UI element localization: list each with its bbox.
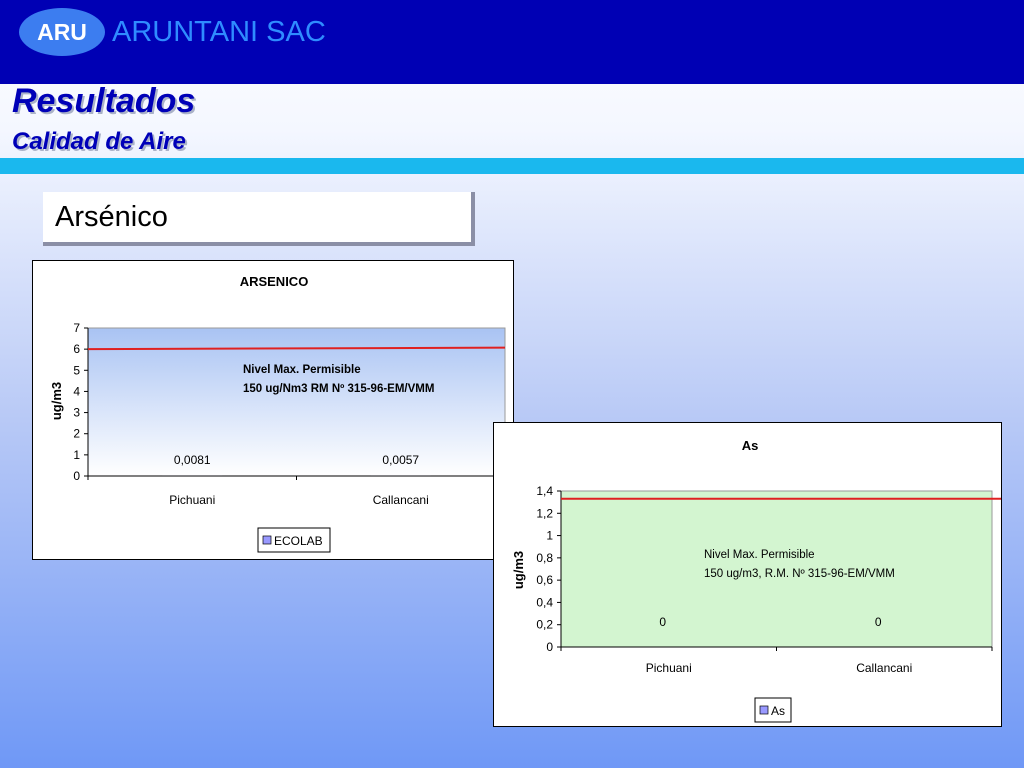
y-tick-label: 5 xyxy=(73,363,80,377)
chart-arsenico: ARSENICO 0 1 2 3 4 5 6 7 Pichuani Callancani 0,0081… xyxy=(32,260,514,560)
annotation-line1: Nivel Max. Permisible xyxy=(243,364,361,376)
y-axis-label: ug/m3 xyxy=(511,551,526,589)
legend-label: As xyxy=(771,704,785,718)
chart-title: As xyxy=(742,438,759,453)
y-tick-label: 3 xyxy=(73,406,80,420)
y-tick-label: 0,8 xyxy=(536,551,553,565)
legend-swatch xyxy=(262,535,272,545)
y-tick-label: 1,4 xyxy=(536,484,553,498)
data-label: 0 xyxy=(659,615,666,629)
y-tick-label: 7 xyxy=(73,321,80,335)
annotation-line2: 150 ug/Nm3 RM Nº 315-96-EM/VMM xyxy=(243,383,434,395)
y-tick-label: 6 xyxy=(73,342,80,356)
y-tick-label: 1,2 xyxy=(536,506,553,520)
legend-swatch xyxy=(759,705,769,715)
y-tick-label: 0 xyxy=(546,640,553,654)
data-label: 0,0057 xyxy=(382,453,419,467)
company-name: ARUNTANI SAC xyxy=(112,16,326,48)
accent-divider xyxy=(0,158,1024,174)
x-tick-label: Pichuani xyxy=(646,661,692,675)
y-tick-label: 1 xyxy=(73,448,80,462)
x-tick-label: Pichuani xyxy=(169,493,215,507)
x-tick-label: Callancani xyxy=(373,493,429,507)
company-logo: ARU xyxy=(19,8,105,56)
chart-title: ARSENICO xyxy=(240,274,309,289)
chart-as-svg: As 0 0,2 0,4 0,6 0,8 1 1,2 1,4 Pichuani Callancani… xyxy=(511,438,1001,723)
section-label-box: Arsénico xyxy=(43,192,475,246)
annotation-line1: Nivel Max. Permisible xyxy=(704,549,815,561)
data-label: 0,0081 xyxy=(174,453,211,467)
annotation-line2: 150 ug/m3, R.M. Nº 315-96-EM/VMM xyxy=(704,568,895,580)
y-tick-label: 0 xyxy=(73,469,80,483)
chart-arsenico-svg: ARSENICO 0 1 2 3 4 5 6 7 Pichuani Callancani 0,0081… xyxy=(49,274,506,553)
plot-area xyxy=(87,327,506,477)
chart-as: As 0 0,2 0,4 0,6 0,8 1 1,2 1,4 Pichuani Callancani… xyxy=(493,422,1002,727)
page-subtitle: Calidad de Aire xyxy=(12,128,186,155)
y-tick-label: 0,4 xyxy=(536,595,553,609)
y-axis-label: ug/m3 xyxy=(49,382,64,420)
section-label: Arsénico xyxy=(55,201,168,233)
x-tick-label: Callancani xyxy=(856,661,912,675)
header-bar: ARU ARUNTANI SAC xyxy=(0,0,1024,84)
y-tick-label: 0,6 xyxy=(536,573,553,587)
data-label: 0 xyxy=(875,615,882,629)
y-tick-label: 0,2 xyxy=(536,618,553,632)
page-title: Resultados xyxy=(12,82,196,120)
y-tick-label: 2 xyxy=(73,427,80,441)
y-tick-label: 1 xyxy=(546,529,553,543)
y-tick-label: 4 xyxy=(73,384,80,398)
legend-label: ECOLAB xyxy=(274,534,323,548)
